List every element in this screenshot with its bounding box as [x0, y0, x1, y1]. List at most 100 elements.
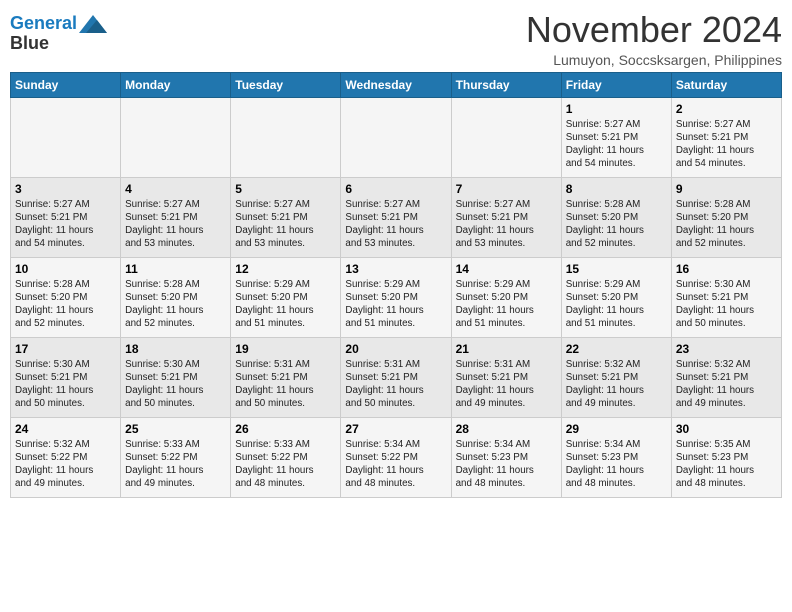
- day-number: 4: [125, 182, 226, 196]
- day-number: 11: [125, 262, 226, 276]
- calendar-cell: 28 Sunrise: 5:34 AMSunset: 5:23 PMDayligh…: [451, 417, 561, 497]
- calendar-cell: 29 Sunrise: 5:34 AMSunset: 5:23 PMDayligh…: [561, 417, 671, 497]
- day-number: 28: [456, 422, 557, 436]
- calendar-week-5: 24 Sunrise: 5:32 AMSunset: 5:22 PMDayligh…: [11, 417, 782, 497]
- calendar-cell: [11, 97, 121, 177]
- calendar-cell: 10Sunrise: 5:28 AMSunset: 5:20 PMDayligh…: [11, 257, 121, 337]
- calendar-cell: 25Sunrise: 5:33 AMSunset: 5:22 PMDayligh…: [121, 417, 231, 497]
- calendar-cell: 16 Sunrise: 5:30 AMSunset: 5:21 PMDayligh…: [671, 257, 781, 337]
- day-info: Sunrise: 5:27 AMSunset: 5:21 PMDaylight:…: [15, 198, 116, 251]
- day-number: 6: [345, 182, 446, 196]
- day-number: 1: [566, 102, 667, 116]
- calendar-cell: 11 Sunrise: 5:28 AMSunset: 5:20 PMDayligh…: [121, 257, 231, 337]
- day-number: 17: [15, 342, 116, 356]
- day-number: 2: [676, 102, 777, 116]
- calendar-cell: 9 Sunrise: 5:28 AMSunset: 5:20 PMDaylight…: [671, 177, 781, 257]
- calendar-week-1: 1 Sunrise: 5:27 AMSunset: 5:21 PMDaylight…: [11, 97, 782, 177]
- calendar-cell: 22 Sunrise: 5:32 AMSunset: 5:21 PMDayligh…: [561, 337, 671, 417]
- day-info: Sunrise: 5:27 AMSunset: 5:21 PMDaylight:…: [125, 198, 226, 251]
- day-number: 22: [566, 342, 667, 356]
- calendar-cell: 23 Sunrise: 5:32 AMSunset: 5:21 PMDayligh…: [671, 337, 781, 417]
- calendar-table: SundayMondayTuesdayWednesdayThursdayFrid…: [10, 72, 782, 498]
- day-number: 29: [566, 422, 667, 436]
- calendar-cell: 13Sunrise: 5:29 AMSunset: 5:20 PMDayligh…: [341, 257, 451, 337]
- day-number: 20: [345, 342, 446, 356]
- day-info: Sunrise: 5:34 AMSunset: 5:22 PMDaylight:…: [345, 438, 446, 491]
- weekday-header-tuesday: Tuesday: [231, 72, 341, 97]
- calendar-cell: 1 Sunrise: 5:27 AMSunset: 5:21 PMDaylight…: [561, 97, 671, 177]
- day-info: Sunrise: 5:32 AMSunset: 5:22 PMDaylight:…: [15, 438, 116, 491]
- weekday-header-sunday: Sunday: [11, 72, 121, 97]
- day-info: Sunrise: 5:30 AMSunset: 5:21 PMDaylight:…: [15, 358, 116, 411]
- day-number: 13: [345, 262, 446, 276]
- weekday-header-monday: Monday: [121, 72, 231, 97]
- calendar-cell: 27 Sunrise: 5:34 AMSunset: 5:22 PMDayligh…: [341, 417, 451, 497]
- day-info: Sunrise: 5:29 AMSunset: 5:20 PMDaylight:…: [566, 278, 667, 331]
- day-number: 26: [235, 422, 336, 436]
- calendar-cell: 15 Sunrise: 5:29 AMSunset: 5:20 PMDayligh…: [561, 257, 671, 337]
- day-info: Sunrise: 5:29 AMSunset: 5:20 PMDaylight:…: [456, 278, 557, 331]
- day-number: 18: [125, 342, 226, 356]
- calendar-week-4: 17 Sunrise: 5:30 AMSunset: 5:21 PMDayligh…: [11, 337, 782, 417]
- day-number: 19: [235, 342, 336, 356]
- logo-general: General: [10, 13, 77, 33]
- calendar-cell: 20 Sunrise: 5:31 AMSunset: 5:21 PMDayligh…: [341, 337, 451, 417]
- title-area: November 2024 Lumuyon, Soccsksargen, Phi…: [526, 10, 782, 68]
- day-info: Sunrise: 5:31 AMSunset: 5:21 PMDaylight:…: [235, 358, 336, 411]
- day-number: 5: [235, 182, 336, 196]
- day-number: 14: [456, 262, 557, 276]
- calendar-cell: 12 Sunrise: 5:29 AMSunset: 5:20 PMDayligh…: [231, 257, 341, 337]
- calendar-cell: 17 Sunrise: 5:30 AMSunset: 5:21 PMDayligh…: [11, 337, 121, 417]
- calendar-cell: 19 Sunrise: 5:31 AMSunset: 5:21 PMDayligh…: [231, 337, 341, 417]
- calendar-cell: 14 Sunrise: 5:29 AMSunset: 5:20 PMDayligh…: [451, 257, 561, 337]
- calendar-cell: 3 Sunrise: 5:27 AMSunset: 5:21 PMDaylight…: [11, 177, 121, 257]
- day-number: 24: [15, 422, 116, 436]
- logo: General Blue: [10, 10, 107, 54]
- day-info: Sunrise: 5:34 AMSunset: 5:23 PMDaylight:…: [566, 438, 667, 491]
- day-info: Sunrise: 5:30 AMSunset: 5:21 PMDaylight:…: [125, 358, 226, 411]
- calendar-cell: 4 Sunrise: 5:27 AMSunset: 5:21 PMDaylight…: [121, 177, 231, 257]
- day-info: Sunrise: 5:29 AMSunset: 5:20 PMDaylight:…: [235, 278, 336, 331]
- day-info: Sunrise: 5:34 AMSunset: 5:23 PMDaylight:…: [456, 438, 557, 491]
- day-number: 12: [235, 262, 336, 276]
- day-info: Sunrise: 5:27 AMSunset: 5:21 PMDaylight:…: [676, 118, 777, 171]
- calendar-cell: 6 Sunrise: 5:27 AMSunset: 5:21 PMDaylight…: [341, 177, 451, 257]
- day-number: 15: [566, 262, 667, 276]
- weekday-header-friday: Friday: [561, 72, 671, 97]
- day-info: Sunrise: 5:27 AMSunset: 5:21 PMDaylight:…: [456, 198, 557, 251]
- weekday-header-wednesday: Wednesday: [341, 72, 451, 97]
- day-number: 30: [676, 422, 777, 436]
- day-number: 27: [345, 422, 446, 436]
- calendar-cell: 30 Sunrise: 5:35 AMSunset: 5:23 PMDayligh…: [671, 417, 781, 497]
- day-info: Sunrise: 5:32 AMSunset: 5:21 PMDaylight:…: [566, 358, 667, 411]
- calendar-cell: 8Sunrise: 5:28 AMSunset: 5:20 PMDaylight…: [561, 177, 671, 257]
- day-number: 9: [676, 182, 777, 196]
- calendar-cell: [451, 97, 561, 177]
- day-info: Sunrise: 5:28 AMSunset: 5:20 PMDaylight:…: [676, 198, 777, 251]
- calendar-cell: [121, 97, 231, 177]
- calendar-cell: 24 Sunrise: 5:32 AMSunset: 5:22 PMDayligh…: [11, 417, 121, 497]
- page-header: General Blue November 2024 Lumuyon, Socc…: [10, 10, 782, 68]
- calendar-cell: 5Sunrise: 5:27 AMSunset: 5:21 PMDaylight…: [231, 177, 341, 257]
- day-number: 21: [456, 342, 557, 356]
- day-info: Sunrise: 5:31 AMSunset: 5:21 PMDaylight:…: [345, 358, 446, 411]
- calendar-cell: 7Sunrise: 5:27 AMSunset: 5:21 PMDaylight…: [451, 177, 561, 257]
- day-number: 23: [676, 342, 777, 356]
- day-number: 25: [125, 422, 226, 436]
- day-info: Sunrise: 5:27 AMSunset: 5:21 PMDaylight:…: [345, 198, 446, 251]
- day-info: Sunrise: 5:32 AMSunset: 5:21 PMDaylight:…: [676, 358, 777, 411]
- calendar-week-3: 10Sunrise: 5:28 AMSunset: 5:20 PMDayligh…: [11, 257, 782, 337]
- calendar-cell: 21Sunrise: 5:31 AMSunset: 5:21 PMDayligh…: [451, 337, 561, 417]
- day-info: Sunrise: 5:28 AMSunset: 5:20 PMDaylight:…: [125, 278, 226, 331]
- calendar-cell: [341, 97, 451, 177]
- day-info: Sunrise: 5:27 AMSunset: 5:21 PMDaylight:…: [566, 118, 667, 171]
- calendar-cell: 18 Sunrise: 5:30 AMSunset: 5:21 PMDayligh…: [121, 337, 231, 417]
- day-info: Sunrise: 5:35 AMSunset: 5:23 PMDaylight:…: [676, 438, 777, 491]
- day-number: 16: [676, 262, 777, 276]
- calendar-cell: 2 Sunrise: 5:27 AMSunset: 5:21 PMDaylight…: [671, 97, 781, 177]
- day-number: 3: [15, 182, 116, 196]
- month-title: November 2024: [526, 10, 782, 50]
- day-info: Sunrise: 5:30 AMSunset: 5:21 PMDaylight:…: [676, 278, 777, 331]
- day-info: Sunrise: 5:28 AMSunset: 5:20 PMDaylight:…: [566, 198, 667, 251]
- calendar-header: SundayMondayTuesdayWednesdayThursdayFrid…: [11, 72, 782, 97]
